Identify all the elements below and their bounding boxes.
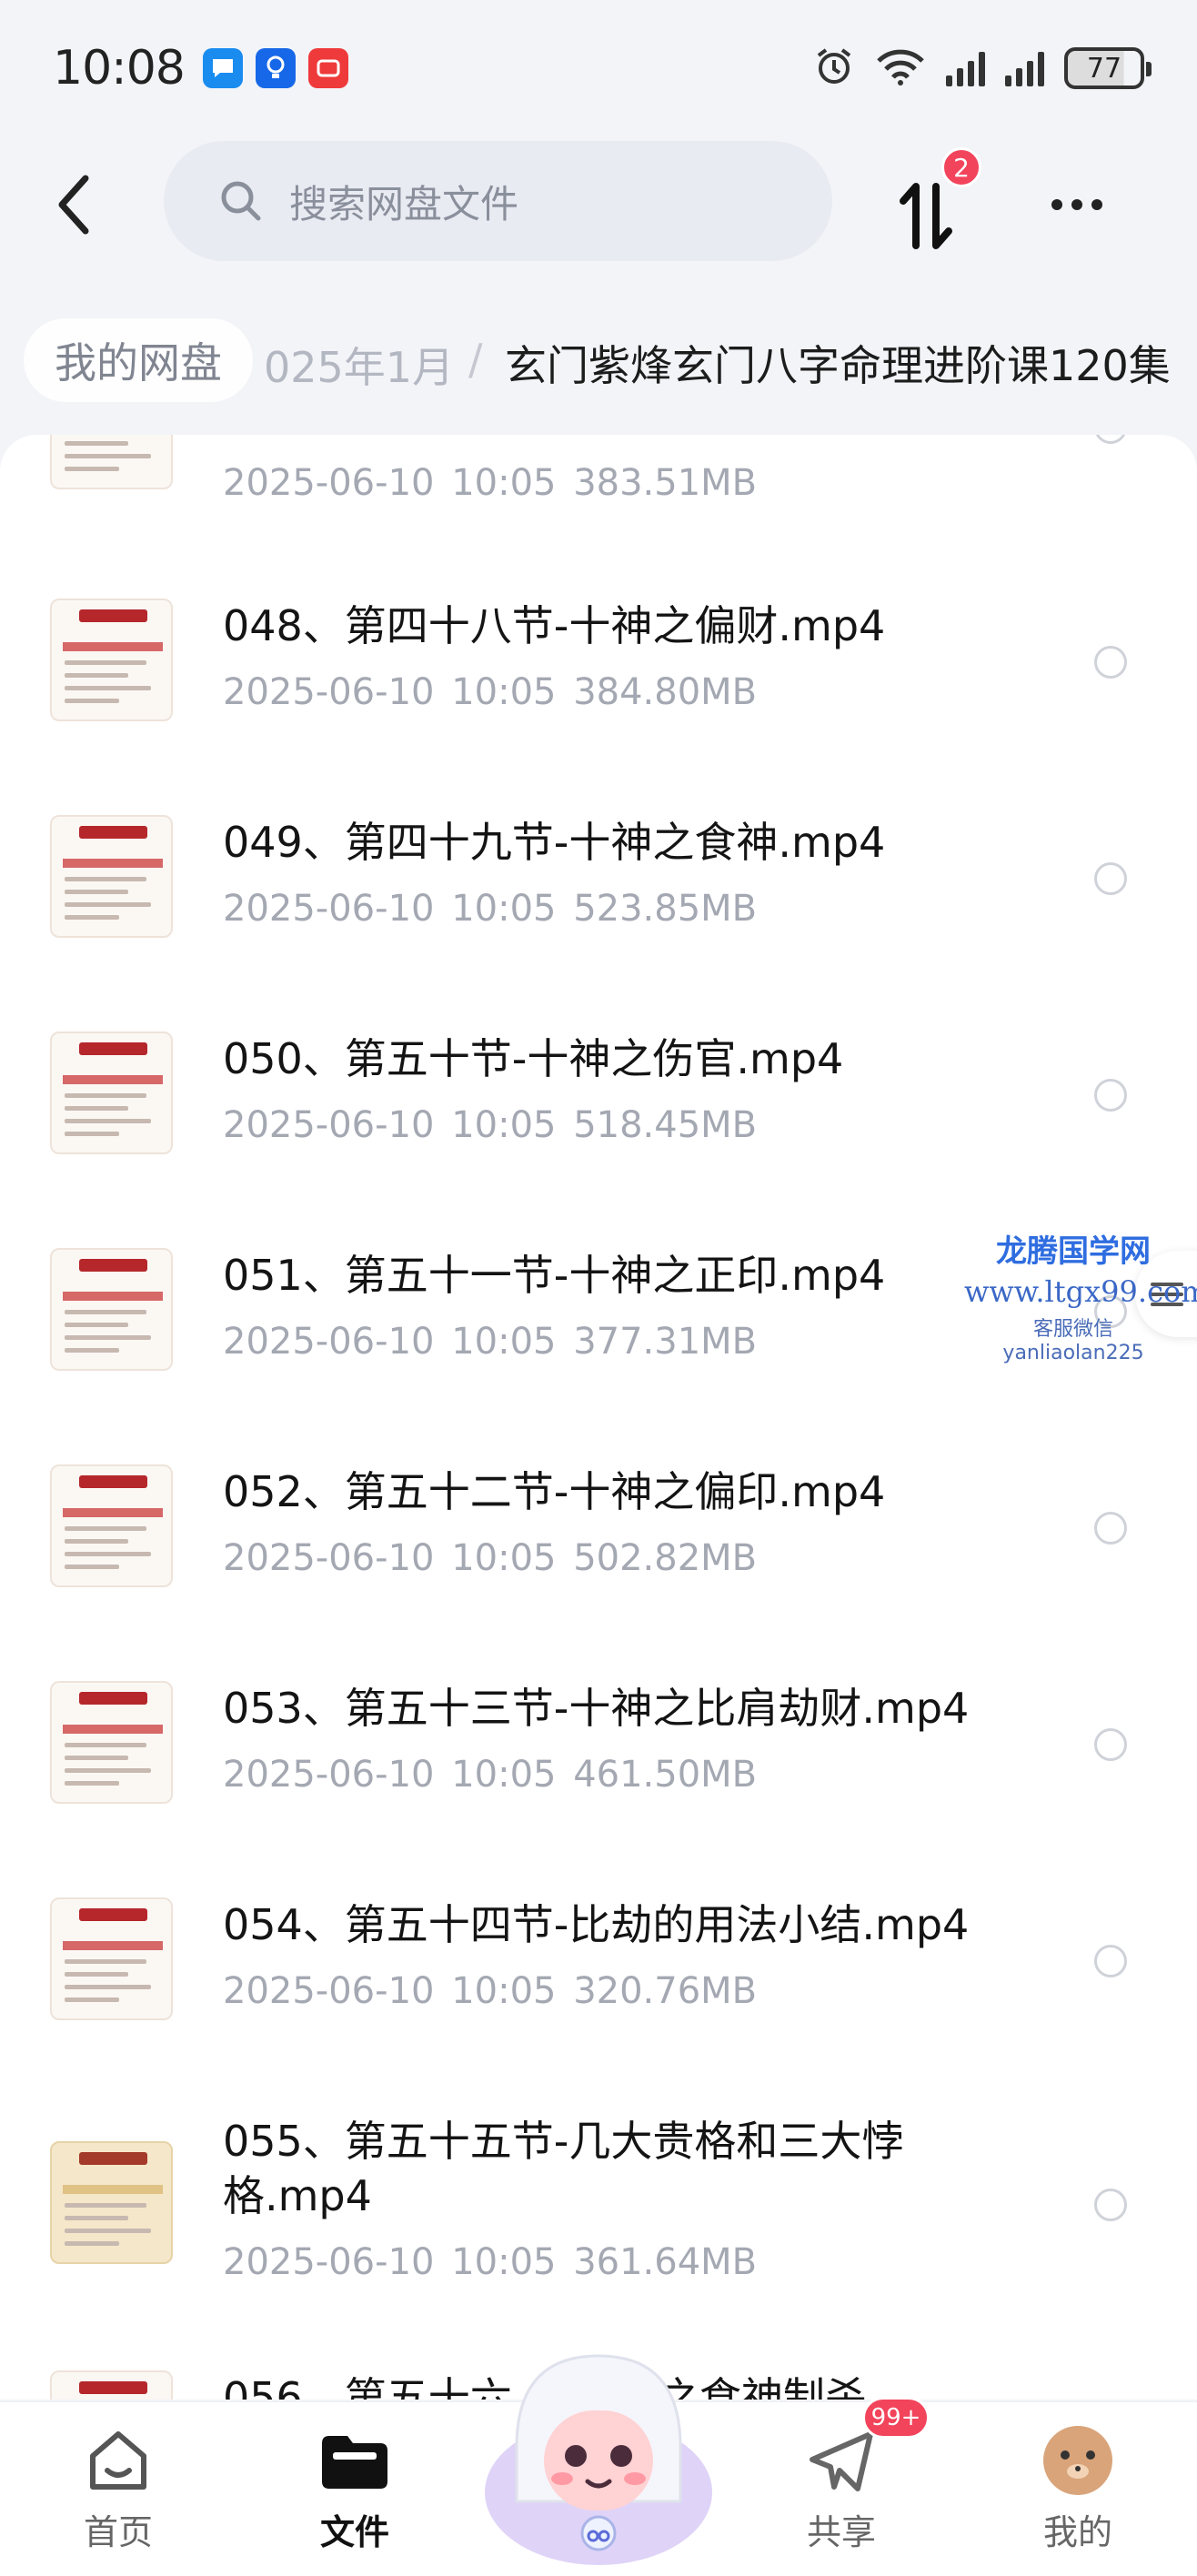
breadcrumb-current: 玄门紫烽玄门八字命理进阶课120集 — [505, 341, 1171, 390]
watermark-contact: 客服微信 yanliaolan225 — [1002, 1318, 1144, 1364]
more-dot-icon — [1091, 199, 1102, 210]
share-badge: 99+ — [862, 2397, 930, 2439]
avatar-icon — [1043, 2426, 1112, 2495]
tab-share-label: 共享 — [806, 2512, 876, 2552]
status-bar: 10:08 77 — [0, 0, 1197, 136]
breadcrumb-separator: / — [468, 335, 483, 384]
file-row[interactable]: 050、第五十节-十神之伤官.mp4 2025-06-10 10:05 518.… — [0, 1031, 1197, 1213]
battery-indicator: 77 — [1064, 47, 1152, 89]
tab-home-label: 首页 — [83, 2512, 153, 2552]
watermark-url: www.ltgx99.com — [964, 1274, 1197, 1309]
folder-icon — [322, 2436, 387, 2489]
alarm-icon — [813, 45, 855, 91]
file-row[interactable]: 053、第五十三节-十神之比肩劫财.mp4 2025-06-10 10:05 4… — [0, 1681, 1197, 1863]
file-meta: 2025-06-10 10:05 502.82MB — [223, 1537, 758, 1579]
file-name: 051、第五十一节-十神之正印.mp4 — [223, 1251, 886, 1300]
breadcrumb-parent[interactable]: 025年1月 — [264, 335, 454, 395]
file-name: 050、第五十节-十神之伤官.mp4 — [223, 1034, 844, 1083]
more-dot-icon — [1051, 199, 1062, 210]
select-radio[interactable] — [1094, 1945, 1127, 1977]
status-right-icons: 77 — [813, 45, 1152, 91]
notification-icons — [202, 48, 348, 88]
watermark: 龙腾国学网 www.ltgx99.com 客服微信 yanliaolan225 — [964, 1226, 1197, 1364]
select-radio[interactable] — [1094, 862, 1127, 895]
tab-files[interactable]: 文件 — [287, 2402, 423, 2576]
select-radio[interactable] — [1094, 1512, 1127, 1545]
select-radio[interactable] — [1094, 2189, 1127, 2221]
wifi-icon — [875, 46, 926, 90]
file-row[interactable]: 2025-06-10 10:05 383.51MB — [0, 435, 1197, 526]
tab-me-label: 我的 — [1042, 2512, 1112, 2552]
select-radio[interactable] — [1094, 435, 1127, 444]
select-radio[interactable] — [1094, 1728, 1127, 1761]
tab-me[interactable]: 我的 — [1010, 2402, 1146, 2576]
file-name: 053、第五十三节-十神之比肩劫财.mp4 — [223, 1684, 970, 1733]
status-time: 10:08 — [53, 41, 186, 96]
breadcrumb-home[interactable]: 我的网盘 — [24, 318, 253, 402]
chat-bubble-icon — [202, 48, 243, 88]
file-meta: 2025-06-10 10:05 461.50MB — [223, 1754, 758, 1796]
file-name: 049、第四十九节-十神之食神.mp4 — [223, 818, 886, 867]
file-row[interactable]: 052、第五十二节-十神之偏印.mp4 2025-06-10 10:05 502… — [0, 1464, 1197, 1646]
breadcrumb: 025年1月 / 玄门紫烽玄门八字命理进阶课120集 我的网盘 — [0, 309, 1197, 418]
video-thumbnail — [50, 599, 173, 721]
file-name: 052、第五十二节-十神之偏印.mp4 — [223, 1467, 886, 1516]
video-app-icon — [307, 48, 348, 88]
file-meta: 2025-06-10 10:05 383.51MB — [223, 462, 758, 504]
signal-icon-1 — [946, 50, 985, 86]
file-row[interactable]: 054、第五十四节-比劫的用法小结.mp4 2025-06-10 10:05 3… — [0, 1897, 1197, 2079]
tab-home[interactable]: 首页 — [50, 2402, 186, 2576]
video-thumbnail — [50, 1248, 173, 1371]
transfer-button[interactable]: 2 — [896, 147, 981, 249]
file-meta: 2025-06-10 10:05 518.45MB — [223, 1104, 758, 1146]
file-meta: 2025-06-10 10:05 320.76MB — [223, 1970, 758, 2012]
search-placeholder: 搜索网盘文件 — [289, 181, 519, 226]
file-name: 055、第五十五节-几大贵格和三大悖格.mp4 — [223, 2117, 904, 2220]
file-meta: 2025-06-10 10:05 377.31MB — [223, 1321, 758, 1363]
select-radio[interactable] — [1094, 1079, 1127, 1112]
tab-share[interactable]: 共享 99+ — [773, 2397, 930, 2576]
video-thumbnail — [50, 1681, 173, 1804]
file-row[interactable]: 055、第五十五节-几大贵格和三大悖格.mp4 2025-06-10 10:05… — [0, 2114, 1197, 2350]
video-thumbnail — [50, 2370, 173, 2400]
signal-icon-2 — [1005, 50, 1044, 86]
video-thumbnail — [50, 815, 173, 938]
search-icon — [221, 181, 261, 221]
ai-assistant-mascot[interactable] — [480, 2338, 717, 2565]
share-plane-icon — [810, 2431, 873, 2491]
file-row[interactable]: 048、第四十八节-十神之偏财.mp4 2025-06-10 10:05 384… — [0, 599, 1197, 780]
file-name: 054、第五十四节-比劫的用法小结.mp4 — [223, 1900, 970, 1949]
tab-files-label: 文件 — [319, 2512, 389, 2552]
video-thumbnail — [50, 1897, 173, 2020]
back-button[interactable] — [45, 168, 100, 241]
file-meta: 2025-06-10 10:05 523.85MB — [223, 888, 758, 930]
file-list: 2025-06-10 10:05 383.51MB 048、第四十八节-十神之偏… — [0, 435, 1197, 2400]
select-radio[interactable] — [1094, 646, 1127, 679]
video-thumbnail — [50, 2141, 173, 2264]
video-thumbnail — [50, 1031, 173, 1154]
transfer-badge: 2 — [941, 147, 981, 187]
bulb-icon — [255, 48, 296, 88]
search-input[interactable]: 搜索网盘文件 — [164, 141, 832, 261]
file-name: 048、第四十八节-十神之偏财.mp4 — [223, 601, 886, 650]
top-header: 搜索网盘文件 2 — [0, 141, 1197, 264]
watermark-title: 龙腾国学网 — [996, 1233, 1151, 1270]
video-thumbnail — [50, 435, 173, 489]
mascot-icon — [485, 2354, 712, 2565]
chevron-left-icon — [58, 175, 89, 235]
more-button[interactable] — [1044, 177, 1110, 232]
home-icon — [90, 2431, 146, 2490]
file-meta: 2025-06-10 10:05 361.64MB — [223, 2241, 758, 2283]
more-dot-icon — [1071, 199, 1082, 210]
file-meta: 2025-06-10 10:05 384.80MB — [223, 671, 758, 713]
file-row[interactable]: 049、第四十九节-十神之食神.mp4 2025-06-10 10:05 523… — [0, 815, 1197, 997]
video-thumbnail — [50, 1464, 173, 1587]
